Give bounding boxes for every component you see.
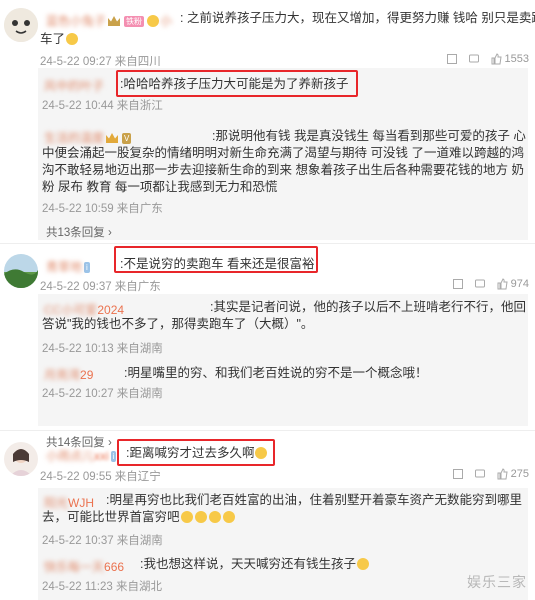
- reply-username-tag: 29: [80, 368, 94, 382]
- comment-meta: 24-5-22 09:37 来自广东: [40, 281, 161, 293]
- reply-text: :那说明他有钱 我是真没钱生 每当看到那些可爱的孩子 心中便会涌起一股复杂的情绪…: [42, 129, 526, 194]
- emoji-icon: [194, 511, 207, 523]
- emoji-icon: [208, 511, 221, 523]
- share-icon[interactable]: [452, 468, 464, 480]
- thumb-up-icon: [497, 278, 508, 290]
- reply-text: :我也想这样说，天天喊穷还有钱生孩子: [140, 556, 370, 573]
- avatar[interactable]: [4, 254, 38, 288]
- reply-text: :明星再穷也比我们老百姓富的出油，住着别墅开着豪车资产无数能穷到哪里去，可能比世…: [42, 493, 522, 524]
- reply-icon[interactable]: [474, 468, 486, 480]
- avatar[interactable]: [4, 442, 38, 476]
- weibo-comment-thread: 蓝色小兔子 铁粉小 : 之前说养孩子压力大，现在又增加，得更努力赚 钱哈 别只是卖…: [0, 0, 535, 600]
- reply-icon[interactable]: [474, 278, 486, 290]
- comment-meta: 24-5-22 09:55 来自辽宁: [40, 471, 161, 483]
- reply-username[interactable]: 月亮湾29: [44, 366, 93, 383]
- crown-icon: [108, 16, 121, 26]
- landscape-avatar-icon: [4, 254, 38, 288]
- emoji-icon: [147, 15, 160, 27]
- divider: [0, 430, 535, 431]
- comment-text: : 之前说养孩子压力大，现在又增加，得更努力赚 钱哈 别只是卖跑: [180, 11, 535, 25]
- share-icon[interactable]: [446, 53, 458, 65]
- like-count: 1553: [504, 53, 529, 65]
- emoji-icon: [180, 511, 193, 523]
- fan-badge: 铁粉: [124, 16, 145, 28]
- username[interactable]: 青草地 i: [46, 258, 92, 275]
- comment-tools: 275: [452, 468, 529, 480]
- highlight-box: [117, 439, 275, 466]
- reply-username[interactable]: 风中的叶子: [44, 77, 104, 94]
- cartoon-avatar-icon: [4, 8, 38, 42]
- reply-icon[interactable]: [468, 53, 480, 65]
- reply-meta: 24-5-22 10:59 来自广东: [42, 203, 163, 215]
- reply-meta: 24-5-22 10:44 来自浙江: [42, 100, 163, 112]
- reply-text: :其实是记者问说，他的孩子以后不上班啃老行不行，他回答说"我的钱也不多了，那得卖…: [42, 300, 526, 331]
- like-button[interactable]: 275: [496, 468, 529, 480]
- reply-list: 阳光WJH :明星再穷也比我们老百姓富的出油，住着别墅开着豪车资产无数能穷到哪里…: [38, 488, 528, 600]
- thumb-up-icon: [497, 468, 508, 480]
- reply-meta: 24-5-22 10:27 来自湖南: [42, 388, 163, 400]
- reply-username[interactable]: 快乐每一天666: [44, 558, 124, 575]
- reply-meta: 24-5-22 10:13 来自湖南: [42, 343, 163, 355]
- emoji-icon: [356, 558, 369, 570]
- view-more-replies[interactable]: 共13条回复 ›: [46, 224, 112, 240]
- username-tag: xxi: [94, 449, 109, 463]
- reply-meta: 24-5-22 11:23 来自湖北: [42, 581, 162, 593]
- comment-tools: 1553: [446, 53, 529, 65]
- like-count: 275: [510, 468, 529, 480]
- reply-list: CC小可爱2024 :其实是记者问说，他的孩子以后不上班啃老行不行，他回答说"我…: [38, 294, 528, 449]
- divider: [0, 243, 535, 244]
- like-button[interactable]: 1553: [490, 53, 529, 65]
- share-icon[interactable]: [452, 278, 464, 290]
- user-badge: i: [84, 262, 90, 274]
- emoji-icon: [66, 33, 79, 45]
- reply-text: :明星嘴里的穷、和我们老百姓说的穷不是一个概念哦！: [124, 366, 428, 380]
- highlight-box: [116, 70, 358, 97]
- thumb-up-icon: [491, 53, 502, 65]
- like-count: 974: [510, 278, 529, 290]
- reply-username-tag: 666: [104, 560, 125, 574]
- reply-meta: 24-5-22 10:37 来自湖南: [42, 535, 163, 547]
- user-badge: i: [110, 451, 117, 463]
- highlight-box: [114, 246, 318, 273]
- comment-tools: 974: [452, 278, 529, 290]
- username[interactable]: 小雨点儿xxi i: [46, 447, 118, 464]
- username[interactable]: 蓝色小兔子 铁粉小: [46, 12, 172, 29]
- comment-text-cont: 车了: [40, 31, 79, 48]
- watermark: 娱乐三家: [467, 574, 527, 590]
- emoji-icon: [222, 511, 235, 523]
- comment-meta: 24-5-22 09:27 来自四川: [40, 56, 161, 68]
- portrait-avatar-icon: [4, 442, 38, 476]
- like-button[interactable]: 974: [496, 278, 529, 290]
- avatar[interactable]: [4, 8, 38, 42]
